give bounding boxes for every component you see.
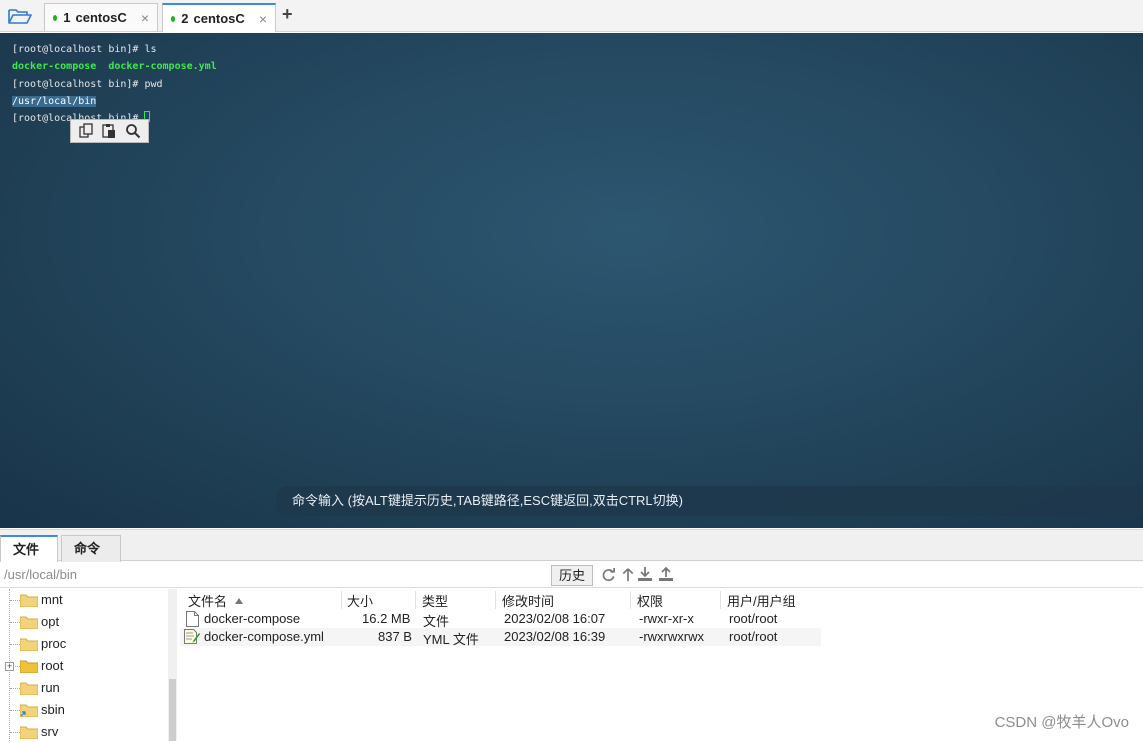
- file-size: 16.2 MB: [362, 611, 410, 626]
- terminal-line: docker-compose docker-compose.yml: [12, 58, 217, 75]
- connected-status-dot: [53, 15, 57, 21]
- file-permissions: -rwxr-xr-x: [639, 611, 694, 626]
- terminal-pane[interactable]: [root@localhost bin]# ls docker-compose …: [0, 33, 1143, 528]
- upload-icon[interactable]: [658, 566, 674, 582]
- tab-number: 2: [181, 11, 188, 26]
- tab-files[interactable]: 文件: [0, 535, 58, 562]
- tree-scrollbar[interactable]: [168, 589, 177, 741]
- tree-node-label: run: [41, 680, 60, 695]
- directory-tree: mnt opt proc + root run sbin srv: [0, 589, 177, 741]
- column-header-owner[interactable]: 用户/用户组: [721, 591, 821, 609]
- path-bar: /usr/local/bin 历史: [0, 562, 1143, 588]
- expand-icon[interactable]: +: [5, 662, 14, 671]
- terminal-line: [root@localhost bin]# ls: [12, 41, 217, 58]
- ls-entry: docker-compose.yml: [108, 61, 216, 72]
- file-permissions: -rwxrwxrwx: [639, 629, 704, 644]
- folder-icon: [20, 681, 38, 698]
- file-owner: root/root: [729, 611, 777, 626]
- bottom-panel-tabs: 文件 命令: [0, 529, 1143, 561]
- folder-icon: [20, 615, 38, 632]
- tree-node-srv[interactable]: srv: [0, 721, 168, 743]
- folder-link-icon: [20, 703, 38, 720]
- column-header-size[interactable]: 大小: [341, 591, 416, 609]
- search-icon[interactable]: [124, 122, 142, 140]
- close-icon[interactable]: ×: [141, 10, 149, 26]
- tree-node-label: sbin: [41, 702, 65, 717]
- column-header-modified[interactable]: 修改时间: [496, 591, 631, 609]
- resize-grip[interactable]: ....: [862, 523, 875, 528]
- file-modified: 2023/02/08 16:07: [504, 611, 605, 626]
- open-folder-icon[interactable]: [8, 7, 32, 25]
- tree-node-run[interactable]: run: [0, 677, 168, 699]
- tab-commands[interactable]: 命令: [61, 535, 121, 562]
- column-header-name[interactable]: 文件名: [182, 591, 342, 609]
- terminal-line: [root@localhost bin]# pwd: [12, 76, 217, 93]
- command-input[interactable]: 命令输入 (按ALT键提示历史,TAB键路径,ESC键返回,双击CTRL切换): [276, 486, 1143, 516]
- tree-node-opt[interactable]: opt: [0, 611, 168, 633]
- file-size: 837 B: [378, 629, 412, 644]
- folder-icon: [20, 659, 38, 676]
- sort-ascending-icon: [235, 598, 243, 604]
- file-list-header: 文件名 大小 类型 修改时间 权限 用户/用户组: [180, 589, 1143, 609]
- selected-output: /usr/local/bin: [12, 96, 96, 107]
- download-icon[interactable]: [637, 566, 653, 582]
- selection-context-toolbar: [70, 119, 149, 143]
- tab-number: 1: [63, 10, 70, 25]
- tree-node-mnt[interactable]: mnt: [0, 589, 168, 611]
- table-row[interactable]: docker-compose.yml 837 B YML 文件 2023/02/…: [180, 628, 821, 646]
- up-dir-icon[interactable]: [620, 566, 636, 582]
- scrollbar-thumb[interactable]: [169, 679, 176, 741]
- file-name: docker-compose.yml: [204, 629, 324, 644]
- column-header-type[interactable]: 类型: [416, 591, 496, 609]
- yml-file-icon: [184, 628, 200, 648]
- folder-icon: [20, 593, 38, 610]
- terminal-output: [root@localhost bin]# ls docker-compose …: [12, 41, 217, 127]
- file-name: docker-compose: [204, 611, 300, 626]
- session-tab-bar: 1 centosC × 2 centosC × +: [0, 0, 1143, 32]
- terminal-line: /usr/local/bin: [12, 93, 217, 110]
- refresh-icon[interactable]: [600, 566, 616, 582]
- paste-icon[interactable]: [100, 122, 118, 140]
- watermark: CSDN @牧羊人Ovo: [995, 711, 1129, 732]
- ls-entry: docker-compose: [12, 61, 96, 72]
- tree-node-label: mnt: [41, 592, 63, 607]
- column-header-label: 文件名: [188, 594, 227, 609]
- file-owner: root/root: [729, 629, 777, 644]
- file-type: YML 文件: [423, 629, 479, 648]
- close-icon[interactable]: ×: [259, 11, 267, 27]
- folder-icon: [20, 725, 38, 742]
- new-tab-button[interactable]: +: [282, 4, 293, 25]
- history-button[interactable]: 历史: [551, 565, 593, 586]
- tree-node-proc[interactable]: proc: [0, 633, 168, 655]
- column-header-permissions[interactable]: 权限: [631, 591, 721, 609]
- connected-status-dot: [171, 16, 175, 22]
- tab-label: centosC: [194, 11, 245, 26]
- tree-node-root[interactable]: + root: [0, 655, 168, 677]
- file-modified: 2023/02/08 16:39: [504, 629, 605, 644]
- path-input[interactable]: /usr/local/bin: [2, 564, 550, 586]
- copy-icon[interactable]: [77, 122, 95, 140]
- tree-node-label: srv: [41, 724, 58, 739]
- tab-label: centosC: [76, 10, 127, 25]
- tree-node-label: root: [41, 658, 63, 673]
- folder-icon: [20, 637, 38, 654]
- table-row[interactable]: docker-compose 16.2 MB 文件 2023/02/08 16:…: [180, 610, 821, 628]
- tree-node-label: proc: [41, 636, 66, 651]
- tree-node-label: opt: [41, 614, 59, 629]
- tab-session-1[interactable]: 1 centosC ×: [44, 3, 158, 31]
- tree-node-sbin[interactable]: sbin: [0, 699, 168, 721]
- tab-session-2[interactable]: 2 centosC ×: [162, 3, 276, 32]
